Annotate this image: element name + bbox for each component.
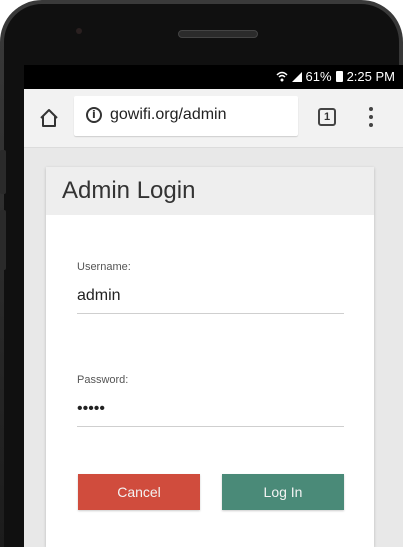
status-time: 2:25 PM [346, 69, 395, 84]
info-icon[interactable] [86, 107, 102, 123]
menu-icon[interactable] [364, 105, 378, 129]
home-icon[interactable] [38, 107, 60, 129]
password-label: Password: [77, 374, 129, 386]
power-button[interactable] [0, 210, 6, 270]
browser-toolbar: gowifi.org/admin 1 [24, 89, 403, 148]
volume-button[interactable] [0, 150, 6, 194]
tabs-icon[interactable]: 1 [318, 108, 336, 126]
address-bar[interactable]: gowifi.org/admin [74, 96, 298, 136]
status-bar: 61% 2:25 PM [24, 65, 403, 89]
battery-percent: 61% [305, 69, 332, 84]
page-title: Admin Login [62, 177, 196, 204]
signal-icon [291, 71, 302, 82]
wifi-icon [276, 71, 288, 82]
phone-screen: 61% 2:25 PM gowifi.org/admin 1 Admin Log… [24, 65, 403, 547]
password-field[interactable]: ••••• [77, 400, 344, 427]
phone-frame: 61% 2:25 PM gowifi.org/admin 1 Admin Log… [0, 0, 403, 547]
card-header: Admin Login [46, 167, 374, 215]
username-field[interactable]: admin [77, 287, 344, 314]
login-card: Admin Login Username: admin Password: ••… [46, 167, 374, 547]
cancel-button[interactable]: Cancel [78, 474, 200, 510]
url-text: gowifi.org/admin [110, 106, 227, 123]
battery-icon [335, 71, 343, 82]
camera-icon [76, 28, 82, 34]
username-label: Username: [77, 261, 131, 273]
speaker-grille [178, 30, 258, 38]
login-button[interactable]: Log In [222, 474, 344, 510]
